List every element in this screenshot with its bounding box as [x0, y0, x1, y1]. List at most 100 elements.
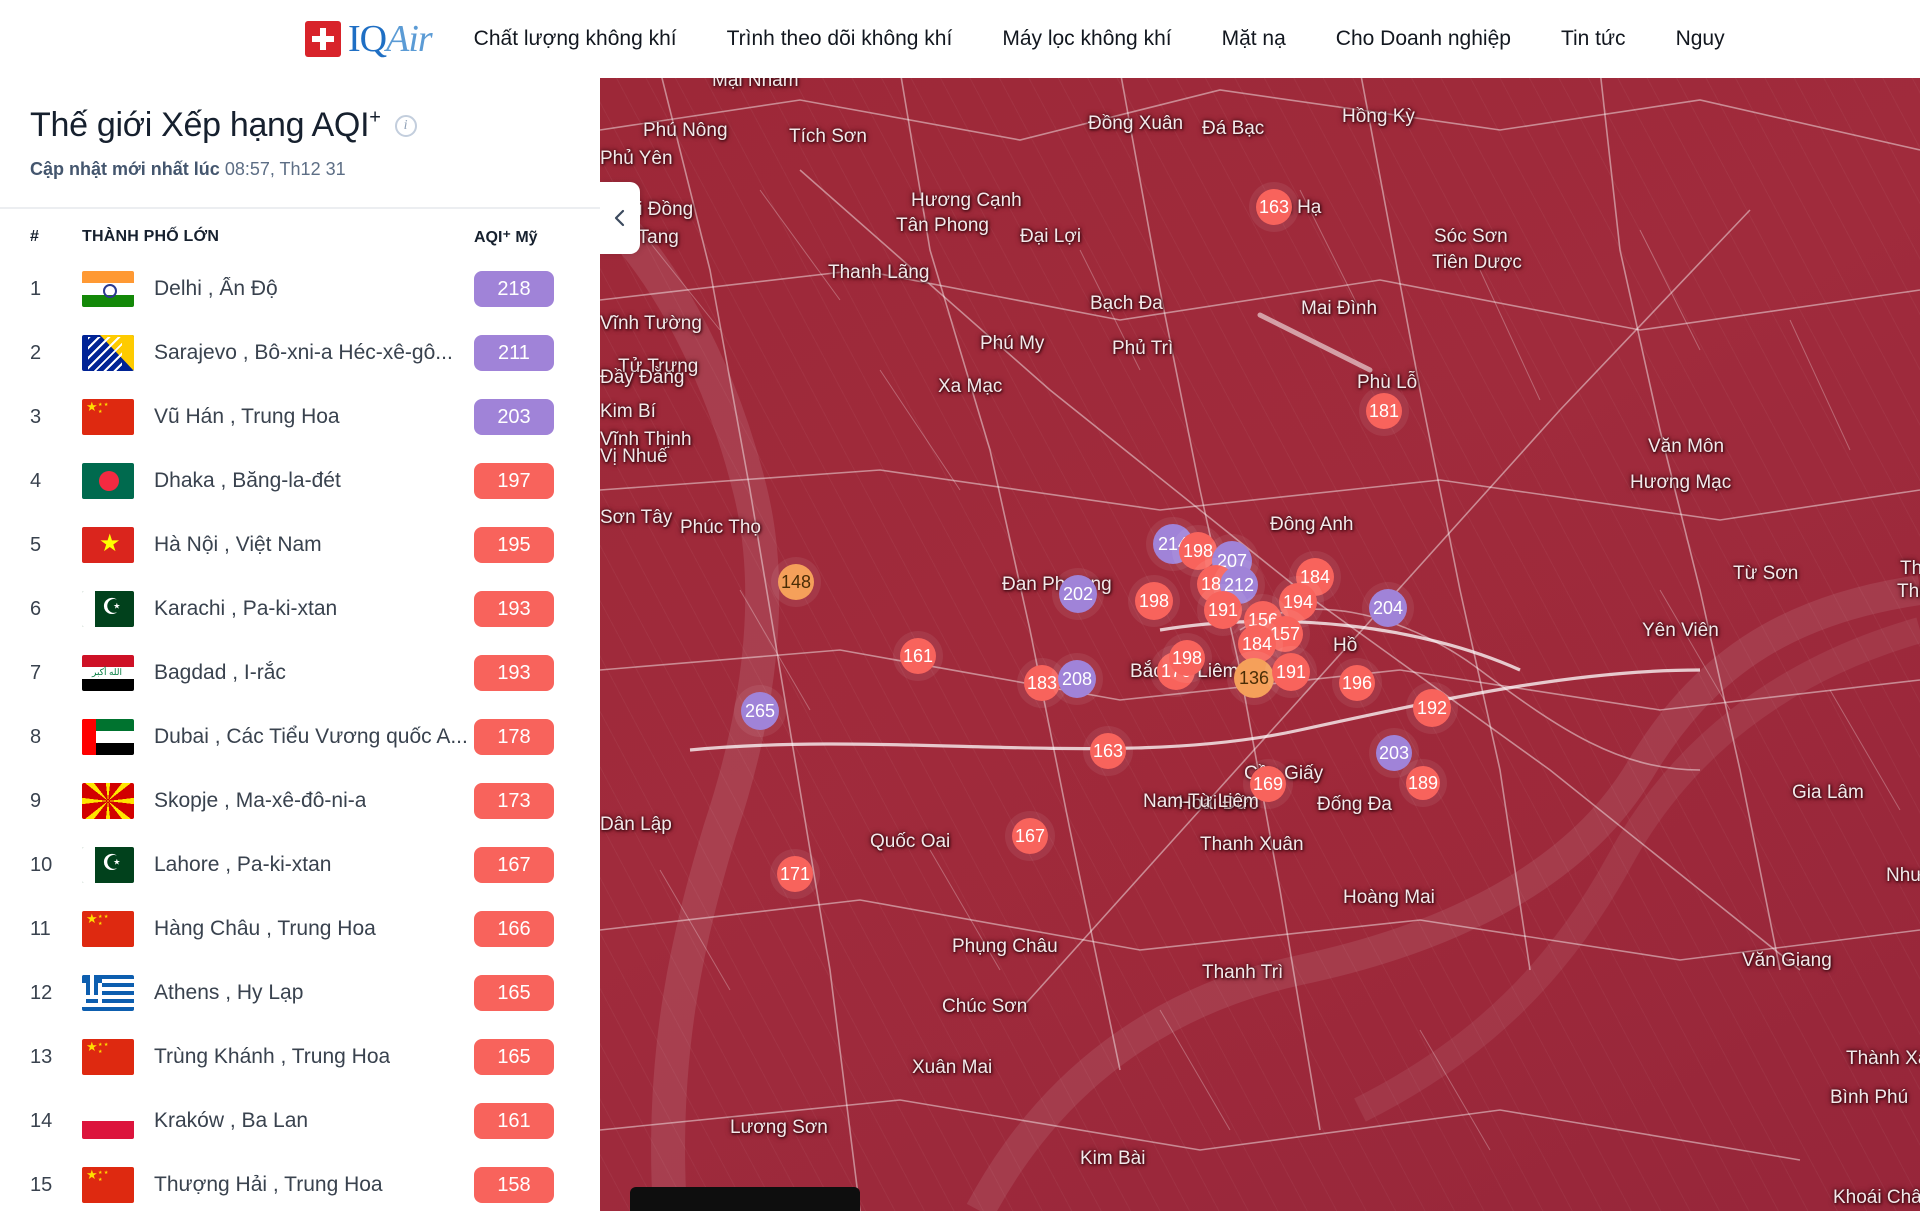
- brand-wordmark: IQAir: [348, 18, 433, 60]
- row-rank: 5: [30, 533, 42, 556]
- row-aqi-cell: 195: [474, 527, 570, 563]
- aqi-map-marker[interactable]: 189: [1406, 766, 1440, 800]
- aqi-map-marker[interactable]: 163: [1256, 189, 1292, 225]
- chevron-left-icon: [614, 209, 625, 227]
- row-city-cell: Skopje , Ma-xê-đô-ni-a: [82, 783, 474, 819]
- row-city-cell: Lahore , Pa-ki-xtan: [82, 847, 474, 883]
- row-city-cell: Thượng Hải , Trung Hoa: [82, 1167, 474, 1203]
- aqi-map-marker[interactable]: 161: [900, 638, 936, 674]
- aqi-map-marker[interactable]: 171: [777, 856, 813, 892]
- row-city-name: Sarajevo , Bô-xni-a Héc-xê-gô...: [154, 341, 453, 364]
- row-city-name: Bagdad , I-rắc: [154, 661, 286, 684]
- row-rank: 2: [30, 341, 42, 364]
- table-row[interactable]: 11 Hàng Châu , Trung Hoa 166: [0, 897, 600, 961]
- row-city-cell: Karachi , Pa-ki-xtan: [82, 591, 474, 627]
- table-row[interactable]: 9 Skopje , Ma-xê-đô-ni-a 173: [0, 769, 600, 833]
- nav-item-air-quality[interactable]: Chất lượng không khí: [474, 27, 677, 51]
- table-row[interactable]: 7 Bagdad , I-rắc 193: [0, 641, 600, 705]
- nav-item-for-business[interactable]: Cho Doanh nghiệp: [1336, 27, 1511, 51]
- aqi-map-marker[interactable]: 148: [778, 564, 814, 600]
- aqi-badge: 193: [474, 655, 554, 691]
- country-flag-icon: [82, 271, 134, 307]
- nav-item-air-monitor[interactable]: Trình theo dõi không khí: [727, 27, 953, 51]
- country-flag-icon: [82, 463, 134, 499]
- page-title-text: Thế giới Xếp hạng AQI: [30, 106, 370, 144]
- table-row[interactable]: 1 Delhi , Ấn Độ 218: [0, 257, 600, 321]
- row-city-cell: Dhaka , Băng-la-đét: [82, 463, 474, 499]
- last-updated: Cập nhật mới nhất lúc 08:57, Th12 31: [30, 159, 570, 180]
- row-aqi-cell: 167: [474, 847, 570, 883]
- aqi-badge: 218: [474, 271, 554, 307]
- row-rank: 14: [30, 1109, 53, 1132]
- table-row[interactable]: 3 Vũ Hán , Trung Hoa 203: [0, 385, 600, 449]
- row-city-cell: Vũ Hán , Trung Hoa: [82, 399, 474, 435]
- country-flag-icon: [82, 975, 134, 1011]
- row-city-name: Kraków , Ba Lan: [154, 1109, 309, 1132]
- aqi-badge: 193: [474, 591, 554, 627]
- row-city-cell: Dubai , Các Tiểu Vương quốc A...: [82, 719, 474, 755]
- row-rank: 9: [30, 789, 42, 812]
- table-row[interactable]: 4 Dhaka , Băng-la-đét 197: [0, 449, 600, 513]
- sidebar-collapse-button[interactable]: [600, 182, 640, 254]
- table-row[interactable]: 14 Kraków , Ba Lan 161: [0, 1089, 600, 1153]
- table-row[interactable]: 5 Hà Nội , Việt Nam 195: [0, 513, 600, 577]
- row-aqi-cell: 178: [474, 719, 570, 755]
- aqi-map-marker[interactable]: 208: [1058, 660, 1096, 698]
- row-rank: 7: [30, 661, 42, 684]
- row-rank: 8: [30, 725, 42, 748]
- row-city-name: Lahore , Pa-ki-xtan: [154, 853, 332, 876]
- aqi-map-marker[interactable]: 183: [1024, 665, 1060, 701]
- table-header-row: # THÀNH PHỐ LỚN AQI⁺ Mỹ: [0, 209, 600, 257]
- country-flag-icon: [82, 1103, 134, 1139]
- table-row[interactable]: 10 Lahore , Pa-ki-xtan 167: [0, 833, 600, 897]
- country-flag-icon: [82, 911, 134, 947]
- table-row[interactable]: 13 Trùng Khánh , Trung Hoa 165: [0, 1025, 600, 1089]
- aqi-badge: 211: [474, 335, 554, 371]
- table-row[interactable]: 6 Karachi , Pa-ki-xtan 193: [0, 577, 600, 641]
- table-row[interactable]: 15 Thượng Hải , Trung Hoa 158: [0, 1153, 600, 1211]
- table-row[interactable]: 2 Sarajevo , Bô-xni-a Héc-xê-gô... 211: [0, 321, 600, 385]
- page-title-superscript: +: [369, 106, 381, 129]
- aqi-map-marker[interactable]: 163: [1090, 733, 1126, 769]
- aqi-map-marker[interactable]: 191: [1204, 591, 1242, 629]
- brand-air-text: Air: [386, 18, 433, 60]
- aqi-map-marker[interactable]: 191: [1272, 653, 1310, 691]
- swiss-flag-icon: [305, 21, 341, 57]
- table-row[interactable]: 12 Athens , Hy Lạp 165: [0, 961, 600, 1025]
- nav-item-masks[interactable]: Mặt nạ: [1222, 27, 1286, 51]
- iqair-logo[interactable]: IQAir: [305, 18, 433, 60]
- aqi-map-marker[interactable]: 203: [1376, 735, 1412, 771]
- row-rank: 10: [30, 853, 53, 876]
- row-rank: 13: [30, 1045, 53, 1068]
- row-city-name: Hà Nội , Việt Nam: [154, 533, 322, 556]
- info-icon[interactable]: i: [394, 114, 417, 137]
- table-row[interactable]: 8 Dubai , Các Tiểu Vương quốc A... 178: [0, 705, 600, 769]
- aqi-map-marker[interactable]: 202: [1059, 575, 1097, 613]
- row-rank: 3: [30, 405, 42, 428]
- aqi-map-marker[interactable]: 196: [1339, 665, 1375, 701]
- row-aqi-cell: 173: [474, 783, 570, 819]
- nav-item-air-purifier[interactable]: Máy lọc không khí: [1002, 27, 1171, 51]
- aqi-map-marker[interactable]: 198: [1169, 640, 1205, 676]
- aqi-map-marker[interactable]: 167: [1012, 818, 1048, 854]
- aqi-map-marker[interactable]: 169: [1250, 766, 1286, 802]
- aqi-map-marker[interactable]: 265: [741, 692, 779, 730]
- air-quality-map[interactable]: Mại Nham Hồng Kỳ Phú Nông Phủ Yên Tích Sơn Đồ…: [600, 70, 1920, 1211]
- row-city-name: Skopje , Ma-xê-đô-ni-a: [154, 789, 367, 812]
- aqi-map-marker[interactable]: 136: [1234, 658, 1274, 698]
- aqi-map-marker[interactable]: 192: [1413, 689, 1451, 727]
- row-aqi-cell: 197: [474, 463, 570, 499]
- sidebar-header: Thế giới Xếp hạng AQI+ i Cập nhật mới nh…: [0, 78, 600, 180]
- aqi-badge: 161: [474, 1103, 554, 1139]
- aqi-map-marker[interactable]: 198: [1135, 582, 1173, 620]
- row-city-name: Karachi , Pa-ki-xtan: [154, 597, 338, 620]
- row-aqi-cell: 165: [474, 1039, 570, 1075]
- aqi-map-marker[interactable]: 181: [1366, 393, 1402, 429]
- row-aqi-cell: 218: [474, 271, 570, 307]
- row-city-name: Delhi , Ấn Độ: [154, 277, 278, 300]
- row-aqi-cell: 158: [474, 1167, 570, 1203]
- row-rank: 1: [30, 277, 42, 300]
- aqi-map-marker[interactable]: 204: [1369, 589, 1407, 627]
- nav-item-news[interactable]: Tin tức: [1561, 27, 1626, 51]
- nav-item-resources[interactable]: Nguy: [1676, 27, 1725, 51]
